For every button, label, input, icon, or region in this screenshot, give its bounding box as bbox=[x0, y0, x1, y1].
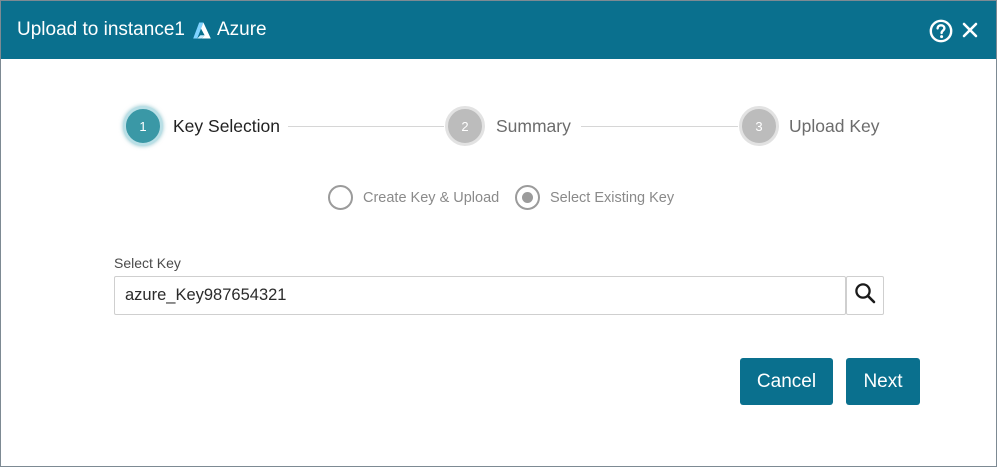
close-icon[interactable] bbox=[961, 21, 979, 39]
search-icon bbox=[854, 282, 876, 309]
upload-key-dialog: Upload to instance1 Azure 1 Key Selectio… bbox=[0, 0, 997, 467]
step-connector bbox=[581, 126, 738, 127]
dialog-header: Upload to instance1 Azure bbox=[1, 1, 996, 59]
provider-name: Azure bbox=[216, 19, 267, 40]
azure-logo-icon bbox=[193, 22, 211, 39]
search-button[interactable] bbox=[846, 276, 884, 315]
step-3-circle: 3 bbox=[739, 106, 779, 146]
next-button[interactable]: Next bbox=[846, 358, 920, 405]
radio-unchecked-icon[interactable] bbox=[328, 185, 353, 210]
step-3-label: Upload Key bbox=[789, 116, 880, 136]
step-connector bbox=[288, 126, 444, 127]
radio-select-existing-key[interactable]: Select Existing Key bbox=[515, 185, 674, 210]
cancel-button[interactable]: Cancel bbox=[740, 358, 833, 405]
radio-create-key-upload[interactable]: Create Key & Upload bbox=[328, 185, 499, 210]
wizard-stepper: 1 Key Selection 2 Summary 3 Upload Key bbox=[1, 101, 996, 153]
select-key-input[interactable] bbox=[114, 276, 846, 315]
radio-checked-icon[interactable] bbox=[515, 185, 540, 210]
radio-label: Create Key & Upload bbox=[363, 189, 500, 206]
dialog-title: Upload to instance1 Azure bbox=[17, 18, 267, 42]
step-2-label: Summary bbox=[496, 116, 571, 136]
step-1-label: Key Selection bbox=[173, 116, 281, 136]
dialog-title-text: Upload to instance1 bbox=[17, 19, 185, 40]
key-mode-radio-group: Create Key & Upload Select Existing Key bbox=[1, 185, 996, 211]
help-icon[interactable] bbox=[929, 19, 953, 43]
step-1-circle: 1 bbox=[123, 106, 163, 146]
radio-dot bbox=[522, 192, 533, 203]
radio-label: Select Existing Key bbox=[550, 189, 675, 206]
select-key-label: Select Key bbox=[114, 255, 181, 271]
step-2-circle: 2 bbox=[445, 106, 485, 146]
